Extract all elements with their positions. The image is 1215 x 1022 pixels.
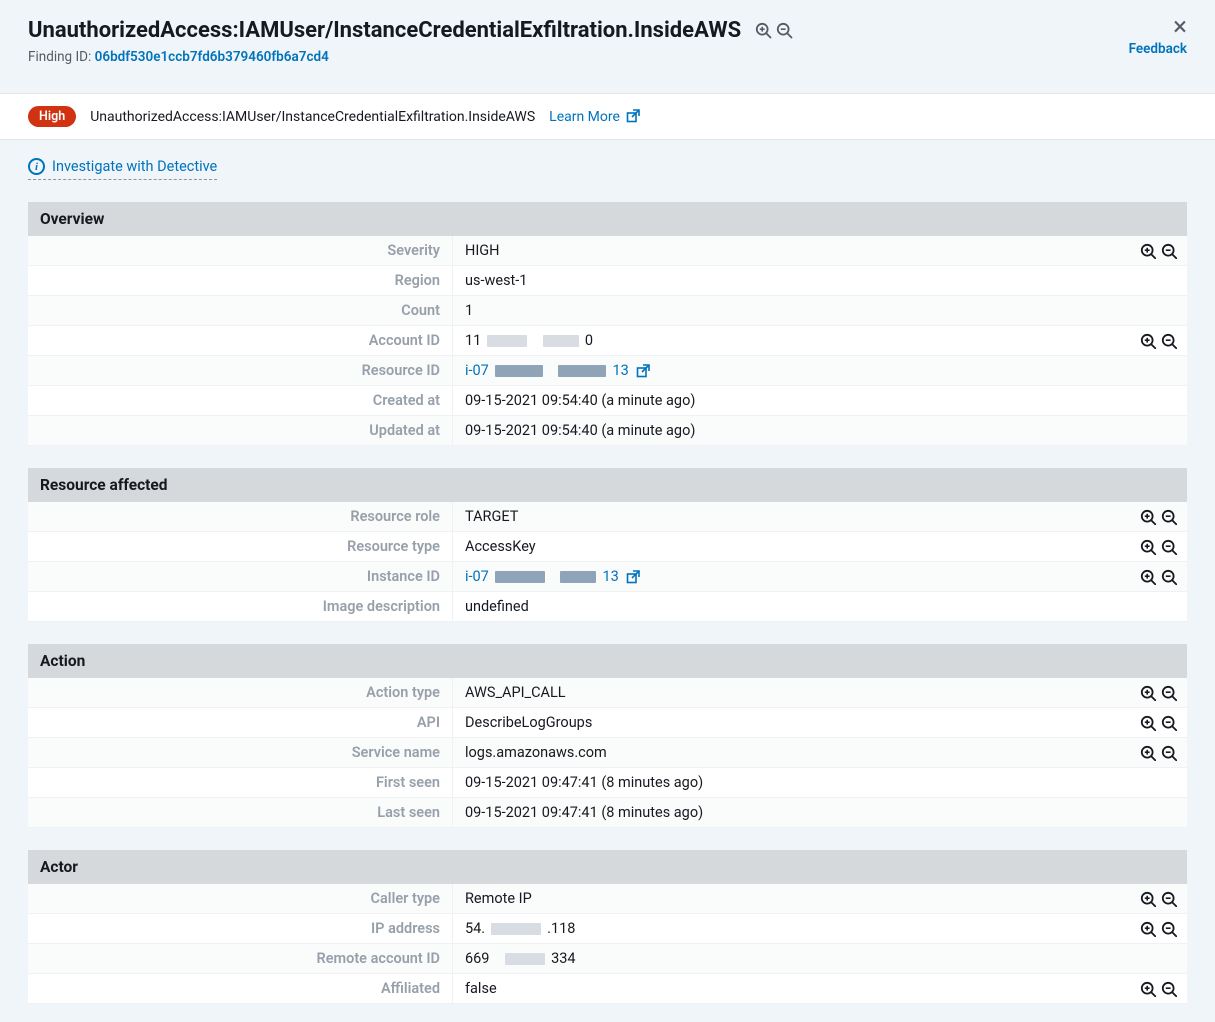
zoom-out-icon[interactable] <box>1160 538 1177 555</box>
zoom-out-icon[interactable] <box>1160 568 1177 585</box>
external-link-icon <box>635 363 650 378</box>
zoom-in-icon[interactable] <box>1139 980 1156 997</box>
image-desc-label: Image description <box>28 592 453 621</box>
investigate-detective-link[interactable]: i Investigate with Detective <box>28 158 217 180</box>
region-label: Region <box>28 266 453 295</box>
close-icon[interactable]: × <box>1173 18 1187 36</box>
external-link-icon <box>625 569 640 584</box>
caller-type-value: Remote IP <box>465 890 532 907</box>
zoom-in-icon[interactable] <box>1139 538 1156 555</box>
severity-bar: High UnauthorizedAccess:IAMUser/Instance… <box>0 93 1215 140</box>
zoom-out-icon[interactable] <box>776 22 793 39</box>
zoom-out-icon[interactable] <box>1160 980 1177 997</box>
action-section: Action Action type AWS_API_CALL API Desc… <box>28 644 1187 828</box>
zoom-in-icon[interactable] <box>755 22 772 39</box>
created-at-value: 09-15-2021 09:54:40 (a minute ago) <box>465 392 695 409</box>
api-label: API <box>28 708 453 737</box>
finding-id-line: Finding ID: 06bdf530e1ccb7fd6b379460fb6a… <box>28 49 329 65</box>
actor-section: Actor Caller type Remote IP IP address 5… <box>28 850 1187 1004</box>
actor-header: Actor <box>28 850 1187 884</box>
instance-id-label: Instance ID <box>28 562 453 591</box>
zoom-out-icon[interactable] <box>1160 890 1177 907</box>
account-id-value: 11 0 <box>465 332 593 349</box>
zoom-out-icon[interactable] <box>1160 332 1177 349</box>
updated-at-value: 09-15-2021 09:54:40 (a minute ago) <box>465 422 695 439</box>
resource-role-value: TARGET <box>465 508 518 525</box>
zoom-out-icon[interactable] <box>1160 714 1177 731</box>
created-at-label: Created at <box>28 386 453 415</box>
overview-header: Overview <box>28 202 1187 236</box>
service-name-value: logs.amazonaws.com <box>465 744 607 761</box>
severity-value: HIGH <box>465 242 500 259</box>
action-header: Action <box>28 644 1187 678</box>
updated-at-label: Updated at <box>28 416 453 445</box>
api-value: DescribeLogGroups <box>465 714 592 731</box>
learn-more-link[interactable]: Learn More <box>549 108 640 125</box>
zoom-in-icon[interactable] <box>1139 684 1156 701</box>
external-link-icon <box>625 108 640 123</box>
info-icon: i <box>28 158 45 175</box>
zoom-in-icon[interactable] <box>1139 332 1156 349</box>
zoom-in-icon[interactable] <box>1139 568 1156 585</box>
zoom-out-icon[interactable] <box>1160 508 1177 525</box>
affiliated-value: false <box>465 980 497 997</box>
ip-address-label: IP address <box>28 914 453 943</box>
remote-account-id-value: 669 334 <box>465 950 576 967</box>
resource-header: Resource affected <box>28 468 1187 502</box>
first-seen-value: 09-15-2021 09:47:41 (8 minutes ago) <box>465 774 703 791</box>
overview-section: Overview Severity HIGH Region us-west-1 … <box>28 202 1187 446</box>
zoom-out-icon[interactable] <box>1160 684 1177 701</box>
resource-id-link[interactable]: i-07 13 <box>465 362 650 379</box>
zoom-in-icon[interactable] <box>1139 714 1156 731</box>
resource-role-label: Resource role <box>28 502 453 531</box>
remote-account-id-label: Remote account ID <box>28 944 453 973</box>
ip-address-value: 54..118 <box>465 920 575 937</box>
count-label: Count <box>28 296 453 325</box>
resource-section: Resource affected Resource role TARGET R… <box>28 468 1187 622</box>
zoom-in-icon[interactable] <box>1139 242 1156 259</box>
resource-id-label: Resource ID <box>28 356 453 385</box>
affiliated-label: Affiliated <box>28 974 453 1003</box>
feedback-link[interactable]: Feedback <box>1129 41 1187 57</box>
last-seen-label: Last seen <box>28 798 453 827</box>
zoom-in-icon[interactable] <box>1139 920 1156 937</box>
severity-badge: High <box>28 106 76 127</box>
resource-type-value: AccessKey <box>465 538 536 555</box>
account-id-label: Account ID <box>28 326 453 355</box>
finding-id[interactable]: 06bdf530e1ccb7fd6b379460fb6a7cd4 <box>95 49 329 65</box>
service-name-label: Service name <box>28 738 453 767</box>
region-value: us-west-1 <box>465 272 527 289</box>
page-title: UnauthorizedAccess:IAMUser/InstanceCrede… <box>28 18 741 43</box>
zoom-out-icon[interactable] <box>1160 242 1177 259</box>
resource-type-label: Resource type <box>28 532 453 561</box>
severity-label: Severity <box>28 236 453 265</box>
image-desc-value: undefined <box>465 598 529 615</box>
zoom-out-icon[interactable] <box>1160 744 1177 761</box>
action-type-value: AWS_API_CALL <box>465 684 566 701</box>
zoom-out-icon[interactable] <box>1160 920 1177 937</box>
finding-type-text: UnauthorizedAccess:IAMUser/InstanceCrede… <box>90 109 535 125</box>
first-seen-label: First seen <box>28 768 453 797</box>
instance-id-link[interactable]: i-07 13 <box>465 568 640 585</box>
action-type-label: Action type <box>28 678 453 707</box>
zoom-in-icon[interactable] <box>1139 508 1156 525</box>
zoom-in-icon[interactable] <box>1139 890 1156 907</box>
last-seen-value: 09-15-2021 09:47:41 (8 minutes ago) <box>465 804 703 821</box>
count-value: 1 <box>465 302 473 319</box>
finding-id-label: Finding ID: <box>28 49 91 65</box>
zoom-in-icon[interactable] <box>1139 744 1156 761</box>
caller-type-label: Caller type <box>28 884 453 913</box>
